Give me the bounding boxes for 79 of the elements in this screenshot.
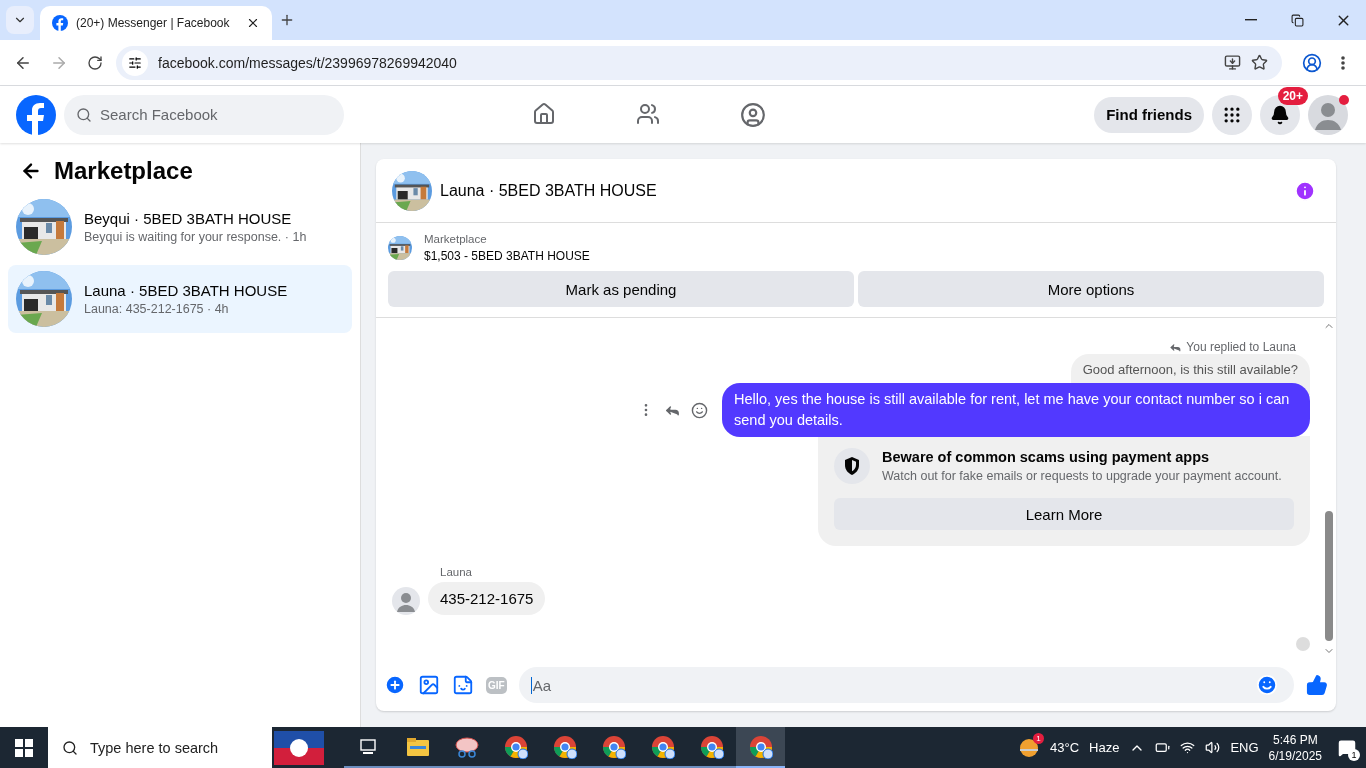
browser-icon[interactable] (503, 734, 528, 759)
address-bar[interactable]: facebook.com/messages/t/23996978269942040 (116, 45, 1282, 80)
weather-condition: Haze (1089, 740, 1120, 755)
reply-note: You replied to Launa (1186, 340, 1296, 354)
action-button[interactable]: More options (858, 271, 1324, 307)
volume-icon[interactable] (1205, 740, 1221, 755)
chat-title: Launa · 5BED 3BATH HOUSE (440, 181, 658, 200)
friends-icon[interactable] (636, 101, 660, 126)
site-info-button[interactable] (122, 49, 148, 76)
close-icon[interactable] (246, 16, 260, 30)
facebook-logo-icon (52, 15, 68, 31)
like-icon[interactable] (1306, 674, 1328, 696)
message-field[interactable]: Aa (518, 667, 1294, 703)
warning-text: Watch out for fake emails or requests to upgrade your payment account. (882, 469, 1282, 483)
listing-summary: $1,503 - 5BED 3BATH HOUSE (424, 249, 590, 263)
menu-grid-button[interactable] (1212, 94, 1252, 135)
flag-icon[interactable] (274, 730, 324, 765)
clock[interactable]: 5:46 PM 6/19/2025 (1268, 731, 1322, 764)
language-indicator[interactable]: ENG (1230, 740, 1259, 755)
find-friends-button[interactable]: Find friends (1094, 96, 1204, 133)
search-icon (62, 739, 78, 756)
taskbar-search-field[interactable]: Type here to search (48, 727, 272, 768)
browser-icon[interactable] (552, 734, 577, 759)
scroll-thumb[interactable] (1325, 511, 1333, 641)
browser-icon[interactable] (650, 734, 675, 759)
received-message: 435-212-1675 (428, 582, 546, 615)
battery-icon[interactable] (1155, 740, 1171, 755)
avatar (392, 587, 420, 615)
sender-name: Launa (440, 566, 473, 578)
groups-icon[interactable] (740, 101, 766, 128)
browser-icon[interactable] (748, 734, 773, 759)
conversation-name: Launa · 5BED 3BATH HOUSE (84, 282, 288, 299)
add-icon[interactable] (384, 674, 406, 696)
restore-icon (1290, 13, 1304, 27)
info-icon[interactable] (1294, 179, 1316, 202)
temperature: 43°C (1050, 740, 1080, 755)
seen-avatar (1296, 637, 1310, 651)
weather-badge: 1 (1033, 732, 1045, 744)
conversation-item[interactable]: Beyqui · 5BED 3BATH HOUSE Beyqui is waiting for your response. · 1h (8, 193, 352, 261)
tab-title: (20+) Messenger | Facebook (76, 16, 231, 30)
listing-label: Marketplace (424, 233, 488, 245)
browser-icon[interactable] (601, 734, 626, 759)
conversation-name: Beyqui · 5BED 3BATH HOUSE (84, 210, 293, 227)
account-avatar[interactable] (1308, 93, 1350, 136)
browser-icon[interactable] (699, 734, 724, 759)
bell-icon (1270, 104, 1290, 125)
warning-title: Beware of common scams using payment apps (882, 449, 1211, 465)
learn-more-button[interactable]: Learn More (834, 498, 1294, 530)
windows-logo-icon (15, 738, 33, 757)
menu-icon (1341, 55, 1345, 70)
react-icon[interactable] (691, 401, 708, 419)
bookmark-star-icon[interactable] (1251, 54, 1268, 71)
sidebar-title: Marketplace (54, 157, 193, 185)
photo-icon[interactable] (418, 674, 440, 696)
folder-icon[interactable] (406, 737, 429, 756)
facebook-logo[interactable] (16, 94, 56, 135)
search-field[interactable]: Search Facebook (64, 94, 344, 135)
notification-center-button[interactable]: 1 (1332, 732, 1362, 763)
sticker-icon[interactable] (452, 674, 474, 696)
task-view-icon[interactable] (359, 738, 378, 755)
conversation-item[interactable]: Launa · 5BED 3BATH HOUSE Launa: 435-212-1675 · 4h (8, 265, 352, 333)
plus-icon (279, 12, 295, 28)
scissors-icon[interactable] (454, 735, 479, 758)
reload-icon (87, 54, 103, 71)
sliders-icon (128, 55, 142, 70)
home-icon[interactable] (532, 101, 556, 126)
wifi-icon[interactable] (1180, 740, 1196, 755)
emoji-icon[interactable] (1256, 674, 1278, 696)
install-icon[interactable] (1224, 54, 1241, 71)
sent-message: Hello, yes the house is still available for rent, let me have your contact number so i can send you details. (722, 383, 1310, 437)
browser-tab[interactable]: (20+) Messenger | Facebook (40, 6, 272, 40)
shield-icon (834, 448, 870, 484)
conversation-preview: Beyqui is waiting for your response. · 1h (84, 230, 307, 244)
search-icon (76, 106, 92, 123)
profile-icon[interactable] (1302, 52, 1322, 73)
notification-badge: 20+ (1277, 86, 1308, 105)
conversation-preview: Launa: 435-212-1675 · 4h (84, 302, 230, 316)
minimize-icon (1245, 19, 1257, 21)
action-button[interactable]: Mark as pending (388, 271, 854, 307)
